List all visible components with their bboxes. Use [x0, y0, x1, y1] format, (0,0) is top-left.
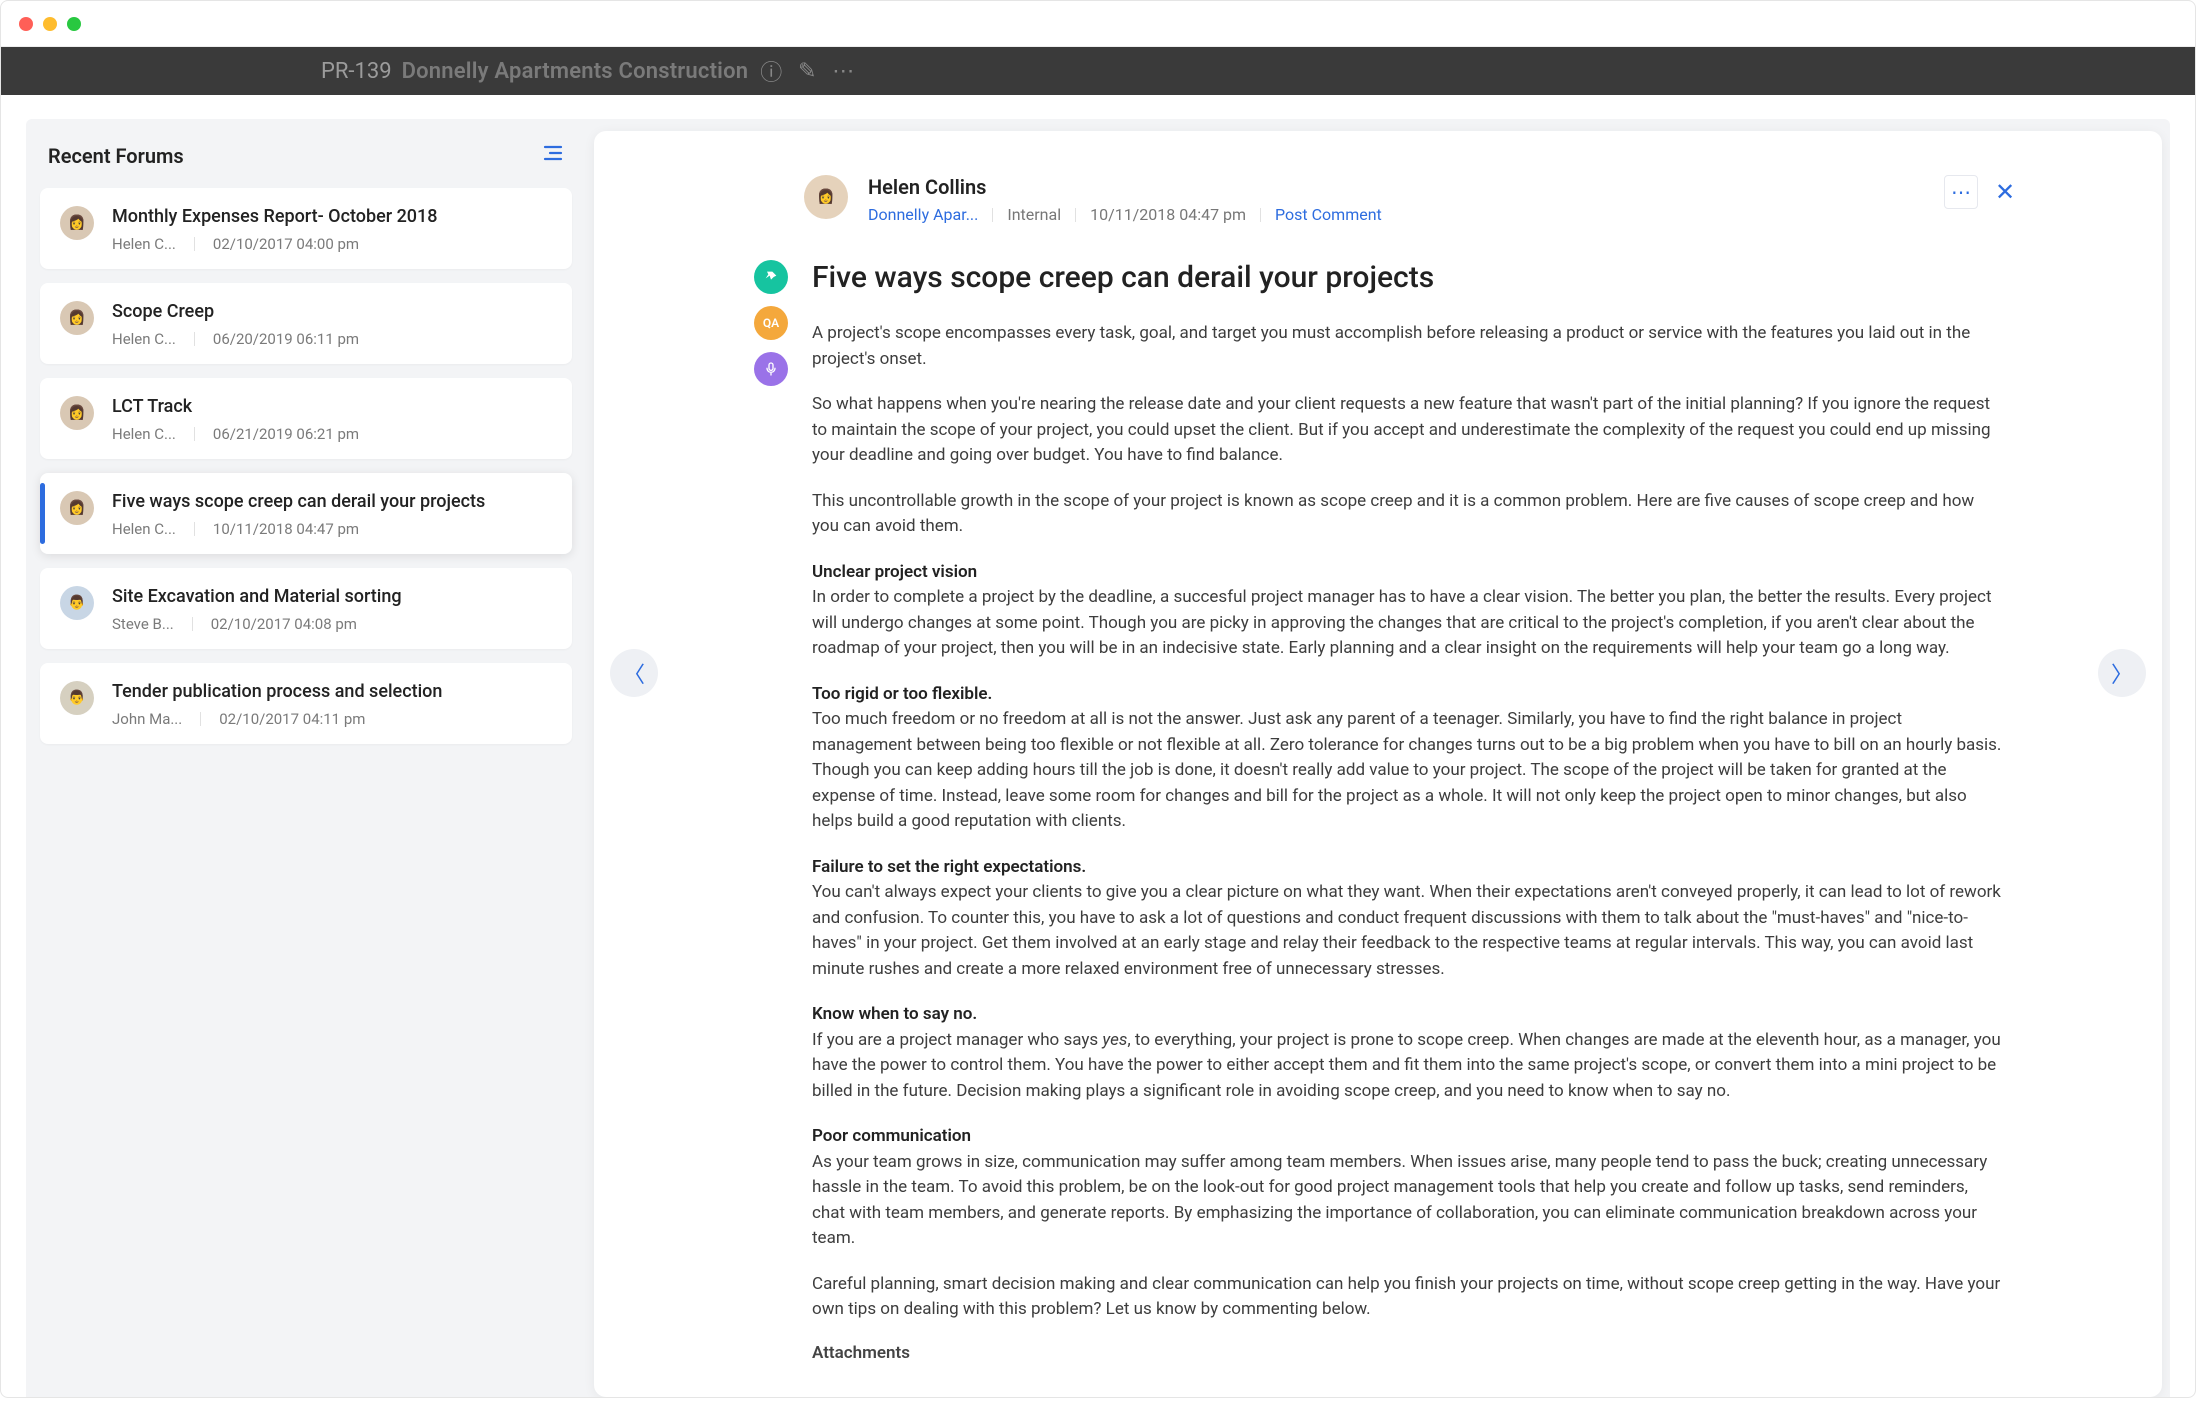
project-id: PR-139 [321, 59, 392, 84]
separator [194, 237, 195, 251]
avatar: 👩 [60, 396, 94, 430]
post-more-icon[interactable]: ⋯ [1944, 175, 1978, 209]
forum-item[interactable]: 👨 Tender publication process and selecti… [40, 663, 572, 744]
separator [194, 332, 195, 346]
forum-item[interactable]: 👨 Site Excavation and Material sorting S… [40, 568, 572, 649]
section-text: You can't always expect your clients to … [812, 882, 2001, 979]
post-paragraph: This uncontrollable growth in the scope … [812, 489, 2002, 540]
forum-author: John Ma... [112, 710, 182, 728]
zoom-window-dot[interactable] [67, 17, 81, 31]
section-text: In order to complete a project by the de… [812, 587, 1992, 658]
forum-author: Helen C... [112, 330, 176, 348]
post-badges: QA [654, 260, 792, 1397]
separator [194, 427, 195, 441]
post-paragraph: A project's scope encompasses every task… [812, 321, 2002, 372]
info-icon[interactable]: ⓘ [758, 58, 784, 84]
avatar: 👩 [60, 206, 94, 240]
section-heading: Know when to say no. [812, 1004, 977, 1024]
post-paragraph: Unclear project vision In order to comple… [812, 560, 2002, 662]
post-paragraph: Careful planning, smart decision making … [812, 1272, 2002, 1323]
forum-timestamp: 10/11/2018 04:47 pm [213, 520, 359, 538]
separator [192, 617, 193, 631]
app-window: PR-139 Donnelly Apartments Construction … [0, 0, 2196, 1398]
close-window-dot[interactable] [19, 17, 33, 31]
sidebar-title: Recent Forums [48, 144, 184, 168]
post-author-name: Helen Collins [868, 175, 1924, 199]
project-topbar: PR-139 Donnelly Apartments Construction … [1, 47, 2195, 95]
forum-title: LCT Track [112, 396, 359, 417]
forum-author: Steve B... [112, 615, 174, 633]
separator [1260, 208, 1261, 222]
post-comment-link[interactable]: Post Comment [1275, 205, 1382, 224]
forum-author: Helen C... [112, 520, 176, 538]
minimize-window-dot[interactable] [43, 17, 57, 31]
prev-post-button[interactable]: 〈 [610, 649, 658, 697]
edit-icon[interactable]: ✎ [794, 58, 820, 84]
post-title: Five ways scope creep can derail your pr… [812, 260, 2002, 295]
qa-badge-icon[interactable]: QA [754, 306, 788, 340]
section-heading: Poor communication [812, 1126, 971, 1146]
app-body: Recent Forums 👩 Monthly Expenses Report-… [26, 119, 2170, 1397]
avatar: 👨 [60, 586, 94, 620]
forum-timestamp: 06/21/2019 06:21 pm [213, 425, 359, 443]
post-card: 👩 Helen Collins Donnelly Apar... Interna… [594, 131, 2162, 1397]
post-visibility: Internal [1007, 205, 1061, 224]
forum-title: Tender publication process and selection [112, 681, 442, 702]
avatar: 👨 [60, 681, 94, 715]
post-paragraph: Failure to set the right expectations. Yo… [812, 855, 2002, 983]
section-heading: Too rigid or too flexible. [812, 684, 992, 704]
forum-item[interactable]: 👩 Monthly Expenses Report- October 2018 … [40, 188, 572, 269]
post-paragraph: Poor communication As your team grows in … [812, 1124, 2002, 1252]
next-post-button[interactable]: 〉 [2098, 649, 2146, 697]
section-text: If you are a project manager who says [812, 1030, 1102, 1050]
separator [200, 712, 201, 726]
section-text-italic: yes [1102, 1030, 1127, 1050]
forum-title: Five ways scope creep can derail your pr… [112, 491, 485, 512]
forum-timestamp: 02/10/2017 04:08 pm [211, 615, 357, 633]
post-meta: Donnelly Apar... Internal 10/11/2018 04:… [868, 205, 1924, 224]
post-content: Five ways scope creep can derail your pr… [812, 260, 2102, 1397]
forum-timestamp: 02/10/2017 04:11 pm [219, 710, 365, 728]
forum-author: Helen C... [112, 235, 176, 253]
section-heading: Unclear project vision [812, 562, 977, 582]
section-text: Too much freedom or no freedom at all is… [812, 709, 2001, 831]
forum-item-active[interactable]: 👩 Five ways scope creep can derail your … [40, 473, 572, 554]
post-project-link[interactable]: Donnelly Apar... [868, 205, 978, 224]
forum-author: Helen C... [112, 425, 176, 443]
forum-title: Site Excavation and Material sorting [112, 586, 402, 607]
section-text: As your team grows in size, communicatio… [812, 1152, 1987, 1249]
forum-timestamp: 06/20/2019 06:11 pm [213, 330, 359, 348]
post-author-avatar: 👩 [804, 175, 848, 219]
content-fade [812, 1357, 2102, 1397]
post-paragraph: Too rigid or too flexible. Too much freed… [812, 682, 2002, 835]
announce-badge-icon[interactable] [754, 352, 788, 386]
post-paragraph: Know when to say no. If you are a project… [812, 1002, 2002, 1104]
pin-badge-icon[interactable] [754, 260, 788, 294]
post-paragraph: So what happens when you're nearing the … [812, 392, 2002, 469]
forum-detail: 👩 Helen Collins Donnelly Apar... Interna… [586, 119, 2170, 1397]
post-header: 👩 Helen Collins Donnelly Apar... Interna… [654, 175, 2102, 224]
forum-title: Scope Creep [112, 301, 359, 322]
forum-title: Monthly Expenses Report- October 2018 [112, 206, 438, 227]
avatar: 👩 [60, 491, 94, 525]
forum-item[interactable]: 👩 LCT Track Helen C... 06/21/2019 06:21 … [40, 378, 572, 459]
section-heading: Failure to set the right expectations. [812, 857, 1086, 877]
collapse-sidebar-icon[interactable] [542, 143, 564, 168]
avatar: 👩 [60, 301, 94, 335]
recent-forums-sidebar: Recent Forums 👩 Monthly Expenses Report-… [26, 119, 586, 1397]
more-icon[interactable]: ⋯ [830, 58, 856, 84]
separator [1075, 208, 1076, 222]
separator [992, 208, 993, 222]
separator [194, 522, 195, 536]
post-timestamp: 10/11/2018 04:47 pm [1090, 205, 1246, 224]
project-name: Donnelly Apartments Construction [402, 59, 749, 84]
forum-item[interactable]: 👩 Scope Creep Helen C... 06/20/2019 06:1… [40, 283, 572, 364]
mac-titlebar [1, 1, 2195, 47]
forum-timestamp: 02/10/2017 04:00 pm [213, 235, 359, 253]
post-close-icon[interactable]: ✕ [1988, 175, 2022, 209]
